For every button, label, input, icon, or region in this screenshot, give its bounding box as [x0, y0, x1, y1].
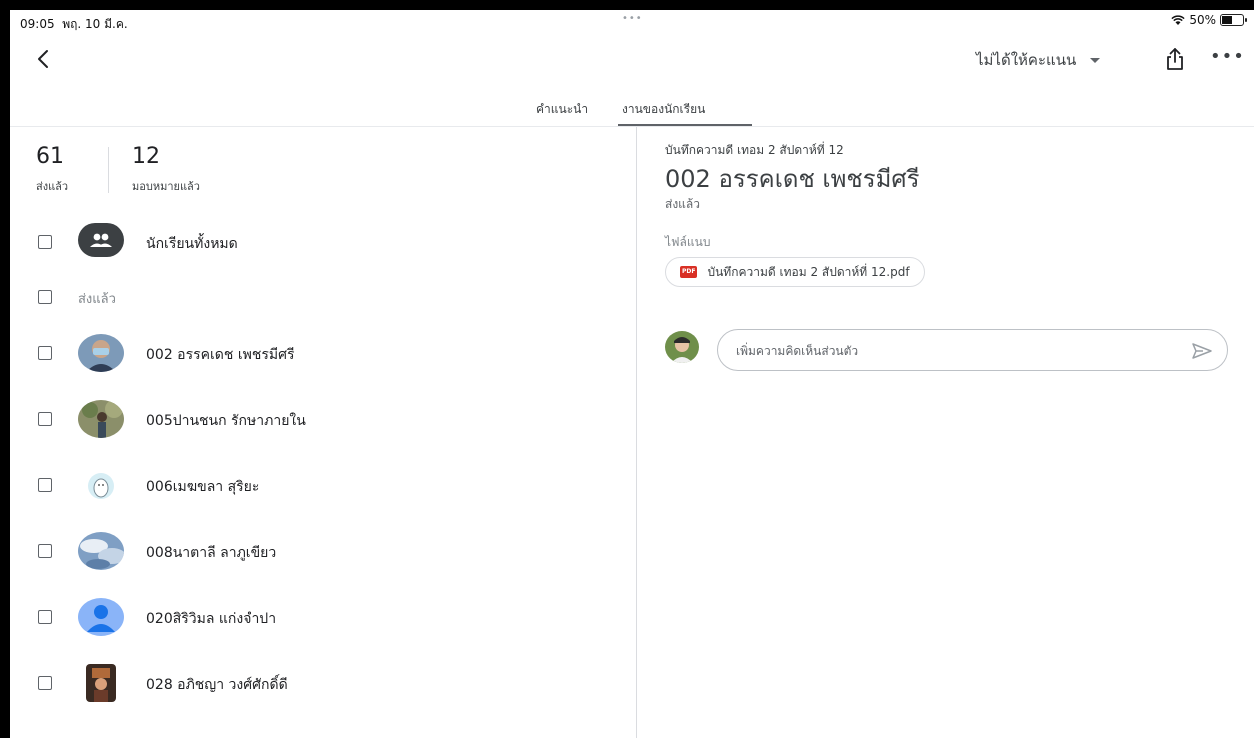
share-button[interactable] [1164, 46, 1186, 72]
group-avatar [78, 223, 124, 257]
student-photo [86, 664, 116, 702]
chevron-left-icon [38, 50, 48, 68]
student-name: 005ปานชนก รักษาภายใน [146, 413, 306, 429]
handed-in-label: ส่งแล้ว [36, 180, 69, 193]
student-row[interactable]: 028 อภิชญา วงศ์ศักดิ์ดี [10, 661, 636, 705]
student-checkbox[interactable] [38, 478, 52, 492]
send-button[interactable] [1191, 342, 1213, 360]
screen: 09:05 พฤ. 10 มี.ค. ••• 50% ไม่ได้ให้คะแน… [10, 10, 1254, 738]
section-label: ส่งแล้ว [78, 292, 116, 307]
back-button[interactable] [32, 45, 56, 73]
student-avatar [78, 466, 124, 504]
share-icon [1167, 48, 1183, 70]
assignment-title: บันทึกความดี เทอม 2 สัปดาห์ที่ 12 [665, 143, 844, 157]
student-name: 020สิริวิมล แก่งจำปา [146, 611, 277, 627]
student-photo [78, 400, 124, 438]
assigned-count: 12 มอบหมายแล้ว [132, 143, 200, 195]
multitask-dots[interactable]: ••• [622, 13, 643, 24]
private-comment-input[interactable] [734, 340, 1168, 362]
commenter-photo [665, 331, 699, 363]
pdf-icon: PDF [680, 266, 698, 278]
active-tab-indicator [618, 124, 752, 126]
assigned-number: 12 [132, 144, 160, 169]
more-options-button[interactable]: ••• [1210, 46, 1245, 67]
grade-dropdown-label: ไม่ได้ให้คะแนน [976, 51, 1077, 69]
date-text: พฤ. 10 มี.ค. [62, 17, 128, 31]
grade-dropdown[interactable]: ไม่ได้ให้คะแนน [976, 48, 1101, 72]
student-avatar [78, 598, 124, 636]
default-avatar-icon [87, 605, 115, 632]
handed-in-section-row[interactable]: ส่งแล้ว [10, 275, 636, 319]
student-row[interactable]: 002 อรรคเดช เพชรมีศรี [10, 331, 636, 375]
wifi-icon [1171, 14, 1185, 25]
send-icon [1192, 343, 1212, 359]
student-checkbox[interactable] [38, 610, 52, 624]
student-photo [88, 473, 114, 499]
all-students-checkbox[interactable] [38, 235, 52, 249]
student-row[interactable]: 006เมฆขลา สุริยะ [10, 463, 636, 507]
time-text: 09:05 [20, 17, 55, 31]
battery-percent: 50% [1189, 13, 1216, 27]
student-checkbox[interactable] [38, 412, 52, 426]
student-avatar [78, 334, 124, 372]
handed-in-number: 61 [36, 144, 64, 169]
assigned-label: มอบหมายแล้ว [132, 180, 200, 193]
all-students-label: นักเรียนทั้งหมด [146, 236, 238, 252]
attachments-label: ไฟล์แนบ [665, 235, 711, 249]
caret-down-icon [1090, 57, 1101, 63]
student-checkbox[interactable] [38, 544, 52, 558]
private-comment-box [717, 329, 1228, 371]
status-time: 09:05 พฤ. 10 มี.ค. [20, 15, 128, 34]
status-right: 50% [1171, 13, 1247, 27]
student-name: 006เมฆขลา สุริยะ [146, 479, 260, 495]
status-bar: 09:05 พฤ. 10 มี.ค. ••• 50% [10, 10, 1254, 34]
submission-detail-pane: บันทึกความดี เทอม 2 สัปดาห์ที่ 12 002 อร… [637, 127, 1254, 738]
detail-student-name: 002 อรรคเดช เพชรมีศรี [665, 165, 920, 193]
student-photo [78, 334, 124, 372]
student-name: 002 อรรคเดช เพชรมีศรี [146, 347, 295, 363]
commenter-avatar [665, 331, 699, 363]
count-divider [108, 147, 109, 193]
attachment-name: บันทึกความดี เทอม 2 สัปดาห์ที่ 12.pdf [707, 264, 910, 279]
handed-in-count: 61 ส่งแล้ว [36, 143, 68, 195]
tab-bar: คำแนะนำ งานของนักเรียน [10, 90, 1254, 127]
tab-student-work[interactable]: งานของนักเรียน [622, 100, 705, 119]
student-row[interactable]: 005ปานชนก รักษาภายใน [10, 397, 636, 441]
section-checkbox[interactable] [38, 290, 52, 304]
submission-status: ส่งแล้ว [665, 197, 701, 211]
student-list-pane: 61 ส่งแล้ว 12 มอบหมายแล้ว นักเรียนทั้งหม… [10, 127, 637, 738]
tab-instructions[interactable]: คำแนะนำ [536, 100, 588, 119]
student-avatar [78, 532, 124, 570]
student-checkbox[interactable] [38, 676, 52, 690]
student-row[interactable]: 020สิริวิมล แก่งจำปา [10, 595, 636, 639]
student-name: 028 อภิชญา วงศ์ศักดิ์ดี [146, 677, 288, 693]
student-photo [78, 532, 124, 570]
student-checkbox[interactable] [38, 346, 52, 360]
all-students-row[interactable]: นักเรียนทั้งหมด [10, 220, 636, 264]
student-avatar [86, 664, 116, 702]
student-row[interactable]: 008นาตาลี ลาภูเขียว [10, 529, 636, 573]
student-name: 008นาตาลี ลาภูเขียว [146, 545, 277, 561]
student-avatar [78, 400, 124, 438]
people-icon [90, 233, 112, 247]
attachment-chip[interactable]: PDF บันทึกความดี เทอม 2 สัปดาห์ที่ 12.pd… [665, 257, 925, 287]
battery-icon [1220, 14, 1247, 26]
